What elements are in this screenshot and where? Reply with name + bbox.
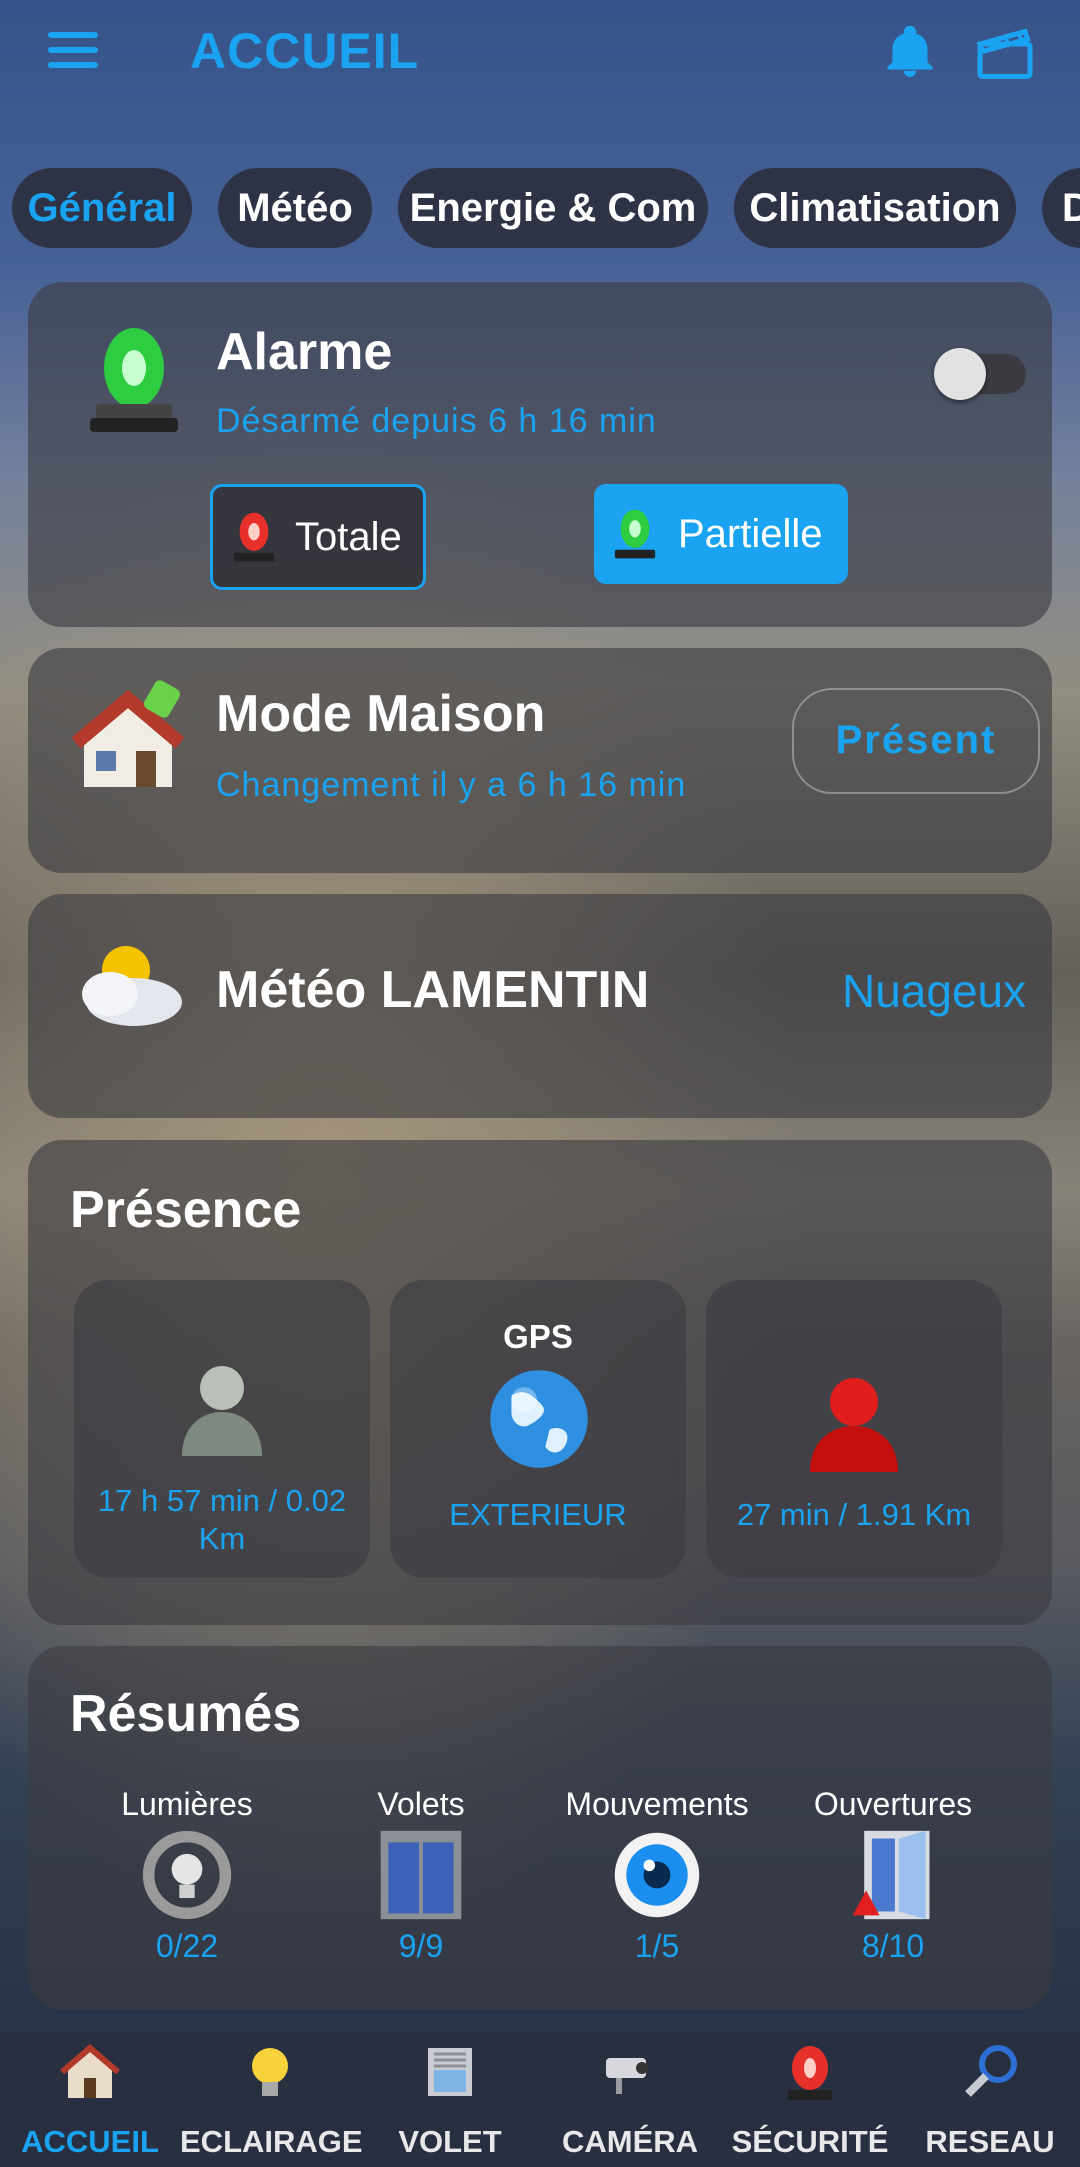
- person-red-icon: [810, 1378, 898, 1472]
- mode-card: Mode Maison Changement il y a 6 h 16 min…: [28, 648, 1052, 873]
- house-mode-icon: [72, 680, 185, 787]
- shutter-icon: [428, 2048, 472, 2096]
- nav-securite-label: SÉCURITÉ: [731, 2124, 889, 2159]
- network-icon: [965, 2045, 1017, 2097]
- presence-2-text: 27 min / 1.91 Km: [736, 1497, 972, 1532]
- eye-sensor-icon: [614, 1832, 700, 1918]
- presence-title: Présence: [70, 1181, 302, 1239]
- tab-bar: Général Météo Energie & Com Climatisatio…: [0, 168, 1080, 248]
- summary-openings-value: 8/10: [861, 1928, 925, 1964]
- house-icon: [60, 2044, 120, 2098]
- presence-1-text: 17 h 57 min / 0.02 Km: [97, 1483, 347, 1556]
- mode-title: Mode Maison: [216, 685, 546, 743]
- nav-accueil[interactable]: ACCUEIL: [0, 2032, 180, 2167]
- alarm-title: Alarme: [216, 323, 393, 381]
- summary-lights-value: 0/22: [155, 1928, 219, 1964]
- nav-camera-label: CAMÉRA: [561, 2124, 699, 2159]
- alarm-card: Alarme Désarmé depuis 6 h 16 min Totale …: [28, 282, 1052, 627]
- red-siren-icon: [233, 512, 275, 562]
- nav-volet[interactable]: VOLET: [360, 2032, 540, 2167]
- summary-openings[interactable]: Ouvertures 8/10: [778, 1786, 1008, 1965]
- green-siren-icon: [614, 509, 656, 559]
- mode-present-button[interactable]: Présent: [792, 688, 1040, 794]
- weather-value[interactable]: Nuageux: [842, 964, 1026, 1018]
- globe-icon: [490, 1370, 588, 1468]
- nav-securite[interactable]: SÉCURITÉ: [720, 2032, 900, 2167]
- window-icon: [380, 1830, 462, 1920]
- person-gray-icon: [182, 1366, 262, 1456]
- summary-lights-label: Lumières: [121, 1786, 253, 1822]
- summary-shutters[interactable]: Volets 9/9: [306, 1786, 536, 1965]
- alarm-partial-button[interactable]: Partielle: [594, 484, 848, 584]
- summary-movements[interactable]: Mouvements 1/5: [542, 1786, 772, 1965]
- bell-icon[interactable]: [880, 22, 940, 82]
- weather-card: Météo LAMENTIN Nuageux: [28, 894, 1052, 1118]
- cloudy-sun-icon: [82, 946, 182, 1026]
- nav-eclairage[interactable]: ECLAIRAGE: [180, 2032, 363, 2167]
- tab-meteo[interactable]: Météo: [218, 168, 372, 248]
- summary-lights[interactable]: Lumières 0/22: [72, 1786, 302, 1965]
- camera-icon: [606, 2058, 648, 2094]
- summary-shutters-label: Volets: [377, 1786, 465, 1822]
- summary-openings-label: Ouvertures: [813, 1786, 973, 1822]
- alarm-toggle[interactable]: [934, 348, 1026, 400]
- tab-general[interactable]: Général: [12, 168, 192, 248]
- clapperboard-icon[interactable]: [975, 26, 1035, 82]
- gps-label: GPS: [503, 1318, 573, 1355]
- bulb-gauge-icon: [142, 1830, 232, 1920]
- nav-reseau-label: RESEAU: [925, 2124, 1055, 2159]
- page-title: ACCUEIL: [190, 23, 420, 79]
- gps-text: EXTERIEUR: [449, 1497, 627, 1532]
- bulb-icon: [252, 2048, 288, 2096]
- nav-camera[interactable]: CAMÉRA: [540, 2032, 720, 2167]
- tab-more[interactable]: D: [1042, 168, 1080, 248]
- menu-icon[interactable]: [48, 32, 98, 72]
- presence-gps[interactable]: GPS EXTERIEUR: [390, 1280, 686, 1578]
- summary-title: Résumés: [70, 1685, 302, 1743]
- alarm-partial-label: Partielle: [678, 512, 823, 556]
- tab-energie[interactable]: Energie & Com: [398, 168, 708, 248]
- nav-volet-label: VOLET: [398, 2124, 502, 2159]
- mode-status: Changement il y a 6 h 16 min: [216, 766, 687, 804]
- nav-reseau[interactable]: RESEAU: [900, 2032, 1080, 2167]
- alarm-status: Désarmé depuis 6 h 16 min: [216, 402, 657, 440]
- tab-climatisation[interactable]: Climatisation: [734, 168, 1016, 248]
- green-siren-icon: [90, 328, 178, 432]
- nav-eclairage-label: ECLAIRAGE: [180, 2124, 363, 2159]
- presence-person-1[interactable]: 17 h 57 min / 0.02 Km: [74, 1280, 370, 1578]
- open-window-alert-icon: [852, 1830, 930, 1920]
- nav-accueil-label: ACCUEIL: [21, 2124, 159, 2159]
- bottom-nav: ACCUEIL ECLAIRAGE VOLET CAMÉRA SÉCURITÉ …: [0, 2032, 1080, 2167]
- presence-person-2[interactable]: 27 min / 1.91 Km: [706, 1280, 1002, 1578]
- weather-title: Météo LAMENTIN: [216, 961, 650, 1019]
- summary-shutters-value: 9/9: [398, 1928, 444, 1964]
- siren-icon: [788, 2046, 832, 2100]
- alarm-total-button[interactable]: Totale: [210, 484, 426, 590]
- summary-movements-value: 1/5: [634, 1928, 680, 1964]
- summary-movements-label: Mouvements: [565, 1786, 749, 1822]
- alarm-total-label: Totale: [295, 515, 402, 559]
